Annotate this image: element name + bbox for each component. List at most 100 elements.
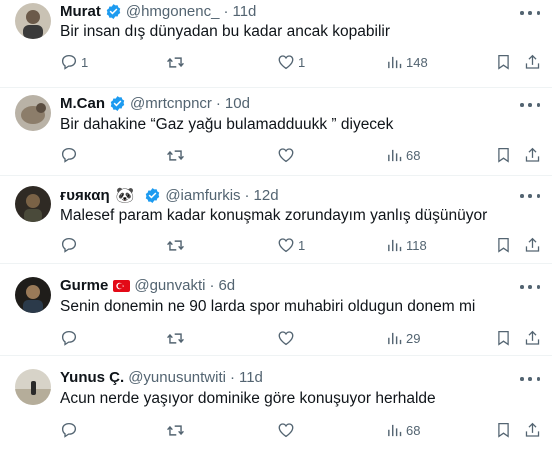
like-button[interactable] bbox=[277, 419, 298, 441]
author-handle[interactable]: @iamfurkis bbox=[165, 187, 240, 204]
reply-tweet[interactable]: Murat @hmgonenc_ · 11d Bir insan dış dün… bbox=[0, 0, 552, 88]
view-count: 148 bbox=[406, 54, 428, 70]
tweet-text: Acun nerde yaşıyor dominike göre konuşuy… bbox=[60, 390, 436, 407]
panda-emoji-icon: 🐼 bbox=[115, 187, 135, 204]
like-button[interactable]: 1 bbox=[277, 234, 305, 256]
reply-button[interactable] bbox=[60, 327, 81, 349]
reply-button[interactable]: 1 bbox=[60, 51, 88, 73]
bookmark-button[interactable] bbox=[495, 327, 512, 349]
share-button[interactable] bbox=[524, 327, 541, 349]
like-button[interactable] bbox=[277, 144, 298, 166]
view-count: 118 bbox=[406, 237, 427, 253]
share-icon bbox=[525, 147, 540, 162]
like-count: 1 bbox=[298, 237, 306, 253]
more-options-icon[interactable] bbox=[520, 98, 540, 112]
reply-icon bbox=[61, 147, 77, 163]
timestamp[interactable]: 12d bbox=[254, 187, 279, 204]
avatar[interactable] bbox=[15, 3, 51, 39]
bookmark-button[interactable] bbox=[495, 144, 512, 166]
heart-icon bbox=[278, 331, 294, 346]
more-options-icon[interactable] bbox=[520, 6, 540, 20]
share-button[interactable] bbox=[524, 234, 541, 256]
action-bar: 1 118 bbox=[0, 234, 552, 256]
views-button[interactable]: 68 bbox=[386, 144, 420, 166]
bookmark-icon bbox=[498, 422, 509, 438]
more-options-icon[interactable] bbox=[520, 280, 540, 294]
action-bar: 68 bbox=[0, 144, 552, 166]
retweet-button[interactable] bbox=[166, 419, 188, 441]
view-count: 29 bbox=[406, 330, 421, 346]
author-handle[interactable]: @yunusuntwiti bbox=[128, 369, 226, 386]
reply-button[interactable] bbox=[60, 144, 81, 166]
separator-dot: · bbox=[244, 186, 250, 204]
author-name[interactable]: Yunus Ç. bbox=[60, 369, 124, 386]
author-name[interactable]: Gurme bbox=[60, 277, 108, 294]
retweet-icon bbox=[167, 424, 184, 436]
retweet-icon bbox=[167, 239, 184, 251]
more-options-icon[interactable] bbox=[520, 189, 540, 203]
views-button[interactable]: 29 bbox=[386, 327, 420, 349]
tweet-text: Malesef param kadar konuşmak zorundayım … bbox=[60, 207, 488, 224]
avatar[interactable] bbox=[15, 95, 51, 131]
author-name[interactable]: ғυякαη bbox=[60, 187, 110, 204]
verified-badge-icon bbox=[109, 95, 126, 112]
action-bar: 29 bbox=[0, 327, 552, 349]
retweet-button[interactable] bbox=[166, 327, 188, 349]
view-count: 68 bbox=[406, 147, 421, 163]
share-button[interactable] bbox=[524, 51, 541, 73]
retweet-button[interactable] bbox=[166, 144, 188, 166]
views-button[interactable]: 68 bbox=[386, 419, 420, 441]
share-icon bbox=[525, 330, 540, 345]
tweet-text: Senin donemin ne 90 larda spor muhabiri … bbox=[60, 298, 476, 315]
author-name[interactable]: M.Can bbox=[60, 95, 105, 112]
heart-icon bbox=[278, 238, 294, 253]
retweet-button[interactable] bbox=[166, 51, 188, 73]
like-button[interactable] bbox=[277, 327, 298, 349]
bookmark-button[interactable] bbox=[495, 51, 512, 73]
bookmark-icon bbox=[498, 237, 509, 253]
author-handle[interactable]: @mrtcnpncr bbox=[130, 95, 212, 112]
timestamp[interactable]: 11d bbox=[239, 369, 263, 386]
avatar[interactable] bbox=[15, 186, 51, 222]
share-button[interactable] bbox=[524, 144, 541, 166]
analytics-icon bbox=[388, 149, 402, 161]
reply-button[interactable] bbox=[60, 419, 81, 441]
tweet-text: Bir insan dış dünyadan bu kadar ancak ko… bbox=[60, 23, 391, 40]
bookmark-icon bbox=[498, 147, 509, 163]
verified-badge-icon bbox=[105, 3, 122, 20]
timestamp[interactable]: 10d bbox=[225, 95, 250, 112]
reply-button[interactable] bbox=[60, 234, 81, 256]
reply-tweet[interactable]: Yunus Ç. @yunusuntwiti · 11d Acun nerde … bbox=[0, 356, 552, 450]
reply-icon bbox=[61, 422, 77, 438]
timestamp[interactable]: 11d bbox=[232, 3, 256, 20]
author-handle[interactable]: @gunvakti bbox=[134, 277, 205, 294]
views-button[interactable]: 148 bbox=[386, 51, 428, 73]
reply-tweet[interactable]: Gurme @gunvakti · 6d Senin donemin ne 90… bbox=[0, 264, 552, 356]
retweet-button[interactable] bbox=[166, 234, 188, 256]
bookmark-button[interactable] bbox=[495, 419, 512, 441]
separator-dot: · bbox=[215, 95, 221, 112]
replies-feed: Murat @hmgonenc_ · 11d Bir insan dış dün… bbox=[0, 0, 552, 450]
reply-icon bbox=[61, 237, 77, 253]
bookmark-button[interactable] bbox=[495, 234, 512, 256]
like-button[interactable]: 1 bbox=[277, 51, 305, 73]
verified-badge-icon bbox=[144, 187, 161, 204]
action-bar: 1 1 148 bbox=[0, 51, 552, 73]
reply-icon bbox=[61, 330, 77, 346]
bookmark-icon bbox=[498, 54, 509, 70]
author-handle[interactable]: @hmgonenc_ bbox=[126, 3, 220, 20]
retweet-icon bbox=[167, 149, 184, 161]
share-button[interactable] bbox=[524, 419, 541, 441]
views-button[interactable]: 118 bbox=[386, 234, 427, 256]
author-name[interactable]: Murat bbox=[60, 3, 101, 20]
view-count: 68 bbox=[406, 422, 421, 438]
heart-icon bbox=[278, 55, 294, 70]
reply-tweet[interactable]: ғυякαη 🐼 @iamfurkis · 12d Malesef param … bbox=[0, 176, 552, 264]
reply-tweet[interactable]: M.Can @mrtcnpncr · 10d Bir dahakine “Gaz… bbox=[0, 88, 552, 176]
avatar[interactable] bbox=[15, 277, 51, 313]
avatar[interactable] bbox=[15, 369, 51, 405]
more-options-icon[interactable] bbox=[520, 372, 540, 386]
bookmark-icon bbox=[498, 330, 509, 346]
analytics-icon bbox=[388, 332, 402, 344]
timestamp[interactable]: 6d bbox=[218, 277, 235, 294]
